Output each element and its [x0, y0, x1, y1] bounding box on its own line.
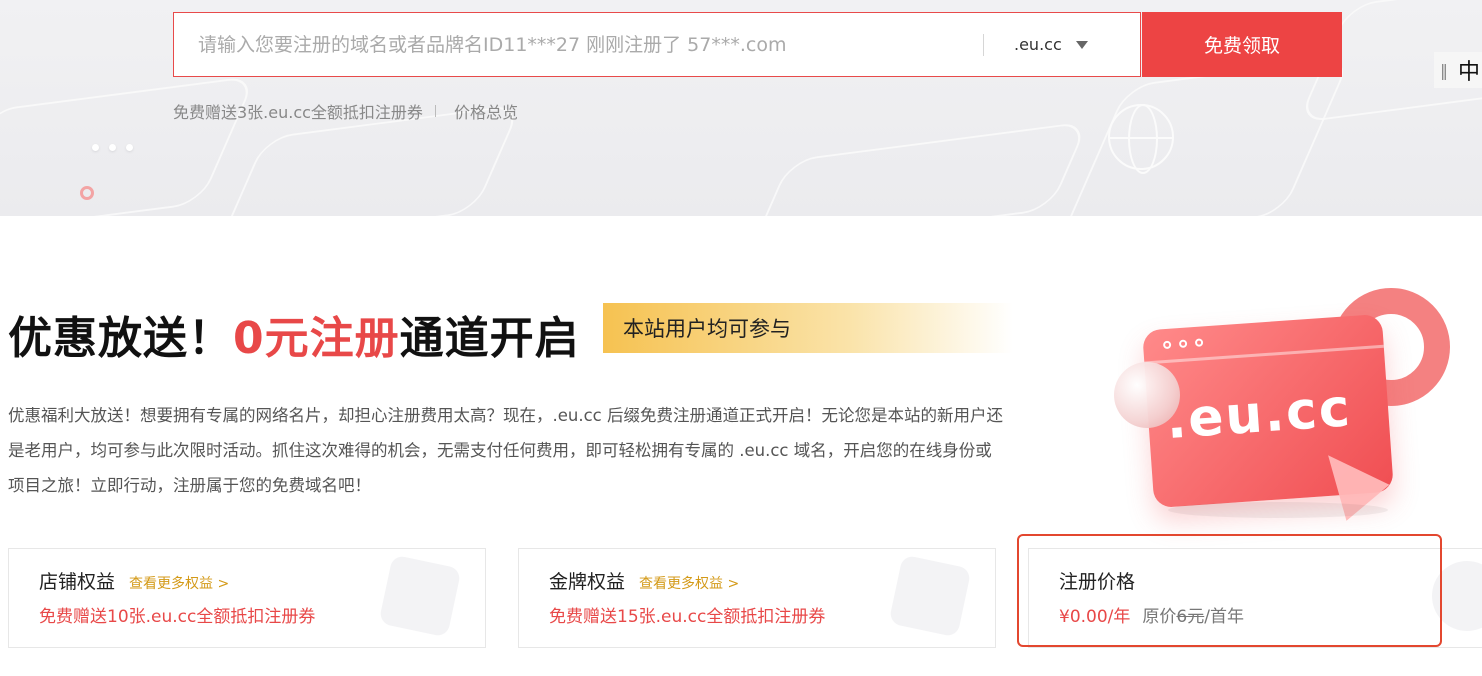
- headline-part1: 优惠放送！: [8, 313, 233, 364]
- dots-decoration: [92, 136, 143, 155]
- divider: [434, 105, 436, 117]
- free-claim-button[interactable]: 免费领取: [1142, 12, 1342, 77]
- pin-decoration: [80, 186, 94, 200]
- domain-search-input[interactable]: [174, 13, 983, 76]
- price-overview-link[interactable]: 价格总览: [454, 99, 518, 123]
- globe-icon: [1108, 104, 1174, 174]
- current-price: ¥0.00/年: [1059, 607, 1131, 627]
- hero-banner: .eu.cc 免费领取 免费赠送3张.eu.cc全额抵扣注册券 价格总览 ‖ 中: [0, 0, 1482, 216]
- view-more-link[interactable]: 查看更多权益 >: [129, 573, 229, 593]
- divider: [983, 33, 984, 56]
- language-switcher[interactable]: ‖ 中: [1434, 52, 1482, 88]
- original-price-value: 6元: [1176, 607, 1205, 627]
- background-shape: [750, 120, 1090, 216]
- coupon-link[interactable]: 免费赠送3张.eu.cc全额抵扣注册券: [173, 99, 423, 123]
- headline-part2: 通道开启: [399, 313, 580, 364]
- card-benefit-text: 免费赠送10张.eu.cc全额抵扣注册券: [39, 607, 316, 627]
- promo-headline: 优惠放送！0元注册通道开启: [8, 302, 580, 366]
- benefit-card-store: 店铺权益 查看更多权益 > 免费赠送10张.eu.cc全额抵扣注册券: [8, 548, 486, 648]
- search-sublinks: 免费赠送3张.eu.cc全额抵扣注册券 价格总览: [173, 99, 518, 123]
- card-title: 店铺权益: [39, 571, 116, 593]
- card-benefit-text: 免费赠送15张.eu.cc全额抵扣注册券: [549, 607, 826, 627]
- original-price-prefix: 原价: [1142, 607, 1177, 627]
- original-price-suffix: /首年: [1204, 607, 1244, 627]
- headline-highlight: 0元注册: [233, 313, 400, 364]
- card-title: 注册价格: [1059, 571, 1136, 593]
- illustration-label: .eu.cc: [1164, 378, 1354, 452]
- suffix-select[interactable]: .eu.cc: [1014, 13, 1140, 76]
- promo-tag: 本站用户均可参与: [603, 303, 1013, 353]
- price-card: 注册价格 ¥0.00/年 原价6元/首年: [1028, 548, 1482, 648]
- caret-down-icon: [1075, 40, 1088, 49]
- browser-bar: [1142, 313, 1384, 365]
- language-label: 中: [1458, 60, 1481, 85]
- promo-description: 优惠福利大放送！想要拥有专属的网络名片，却担心注册费用太高？现在，.eu.cc …: [8, 406, 1003, 495]
- background-shape: [1057, 56, 1353, 216]
- benefit-card-gold: 金牌权益 查看更多权益 > 免费赠送15张.eu.cc全额抵扣注册券: [518, 548, 996, 648]
- bubble-decoration: [1114, 362, 1180, 428]
- card-title: 金牌权益: [549, 571, 626, 593]
- original-price: 原价6元/首年: [1142, 602, 1244, 627]
- suffix-select-value: .eu.cc: [1014, 35, 1062, 54]
- grip-icon: ‖: [1440, 60, 1448, 80]
- view-more-link[interactable]: 查看更多权益 >: [639, 573, 739, 593]
- domain-search-bar: .eu.cc: [173, 12, 1141, 77]
- shadow-decoration: [1168, 502, 1388, 518]
- eu-cc-illustration: .eu.cc: [1108, 288, 1458, 528]
